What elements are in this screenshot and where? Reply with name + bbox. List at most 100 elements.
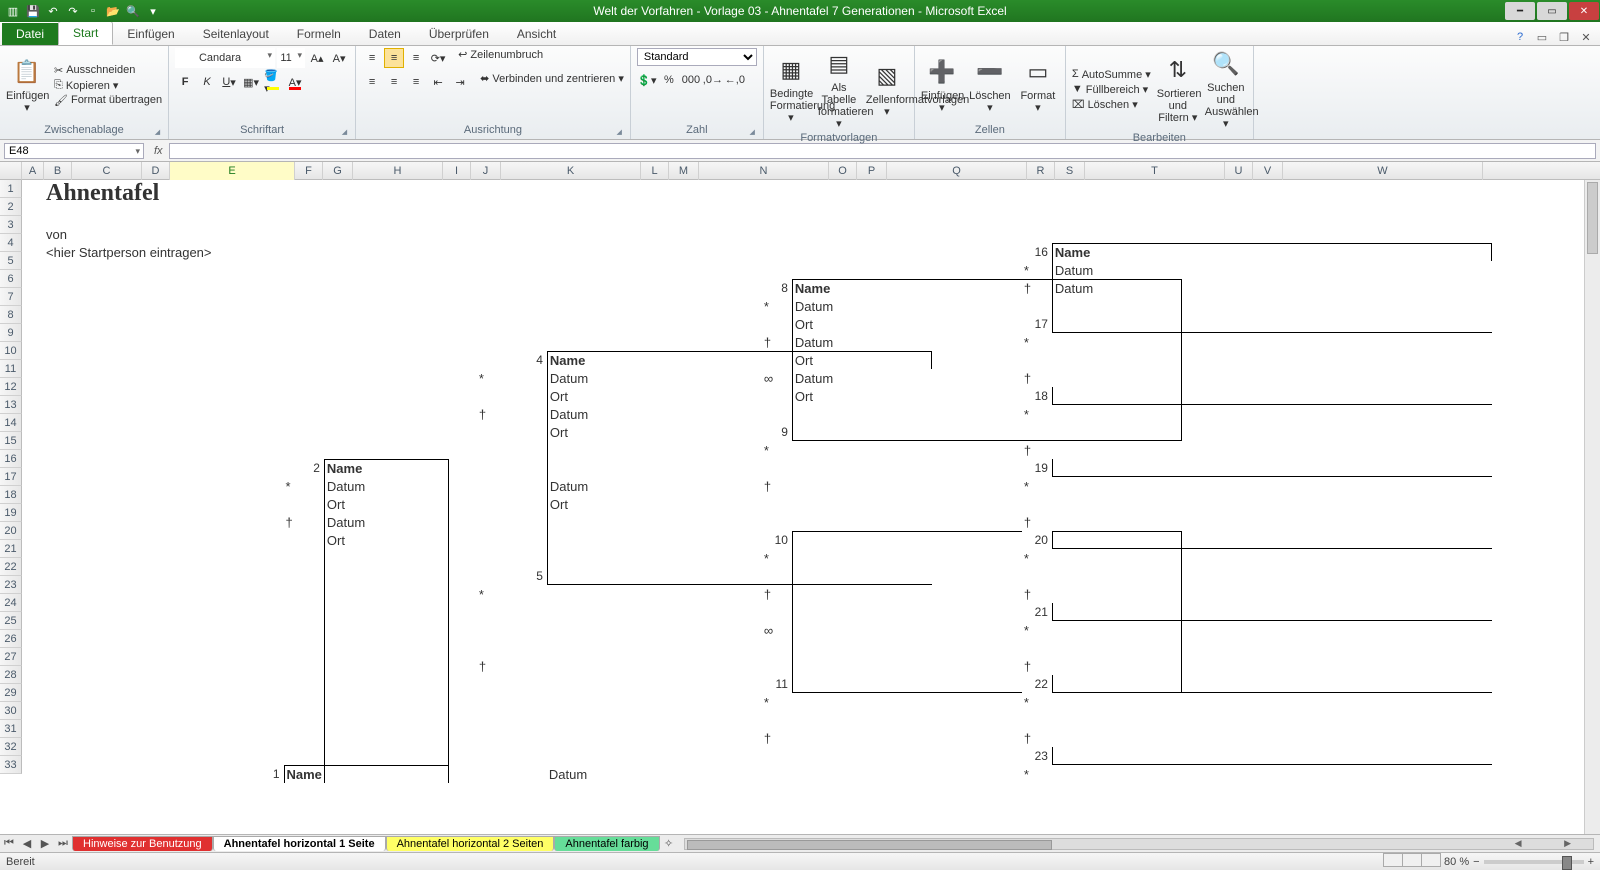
format-as-table-button[interactable]: ▤Als Tabelle formatieren ▾ — [818, 48, 860, 130]
ribbon-tab-daten[interactable]: Daten — [355, 23, 415, 45]
row-header-1[interactable]: 1 — [0, 180, 22, 198]
save-icon[interactable]: 💾 — [24, 2, 42, 20]
insert-cells-button[interactable]: ➕Einfügen ▾ — [921, 56, 963, 114]
vertical-scrollbar[interactable] — [1584, 180, 1600, 834]
indent-dec-icon[interactable]: ⇤ — [428, 72, 448, 92]
sheet-tab[interactable]: Ahnentafel horizontal 1 Seite — [213, 836, 386, 851]
ribbon-tab-seitenlayout[interactable]: Seitenlayout — [189, 23, 283, 45]
doc-restore-icon[interactable]: ❐ — [1556, 29, 1572, 45]
col-header-G[interactable]: G — [323, 162, 353, 180]
row-header-27[interactable]: 27 — [0, 648, 22, 666]
format-painter-button[interactable]: 🖌 Format übertragen — [54, 94, 162, 107]
grow-font-icon[interactable]: A▴ — [307, 48, 327, 68]
new-sheet-icon[interactable]: ✧ — [660, 837, 678, 850]
align-left-icon[interactable]: ≡ — [362, 72, 382, 92]
col-header-A[interactable]: A — [22, 162, 44, 180]
redo-icon[interactable]: ↷ — [64, 2, 82, 20]
maximize-button[interactable]: ▭ — [1537, 2, 1567, 20]
sheet-tab[interactable]: Ahnentafel horizontal 2 Seiten — [386, 836, 555, 851]
autosum-button[interactable]: Σ AutoSumme ▾ — [1072, 68, 1151, 81]
row-header-18[interactable]: 18 — [0, 486, 22, 504]
col-header-B[interactable]: B — [44, 162, 72, 180]
ribbon-minimize-icon[interactable]: ▭ — [1534, 29, 1550, 45]
sheet-tab[interactable]: Hinweise zur Benutzung — [72, 836, 213, 851]
view-buttons[interactable] — [1383, 853, 1440, 870]
zoom-level[interactable]: 80 % — [1444, 856, 1469, 868]
file-tab[interactable]: Datei — [2, 23, 58, 45]
col-header-N[interactable]: N — [699, 162, 829, 180]
undo-icon[interactable]: ↶ — [44, 2, 62, 20]
row-header-8[interactable]: 8 — [0, 306, 22, 324]
row-header-4[interactable]: 4 — [0, 234, 22, 252]
thousands-icon[interactable]: 000 — [681, 70, 701, 90]
row-header-22[interactable]: 22 — [0, 558, 22, 576]
number-format-combo[interactable]: Standard — [637, 48, 757, 66]
font-color-button[interactable]: A▾ — [285, 72, 305, 92]
align-right-icon[interactable]: ≡ — [406, 72, 426, 92]
col-header-D[interactable]: D — [142, 162, 170, 180]
row-header-28[interactable]: 28 — [0, 666, 22, 684]
col-header-H[interactable]: H — [353, 162, 443, 180]
ribbon-tab-start[interactable]: Start — [58, 21, 113, 45]
copy-button[interactable]: ⎘ Kopieren ▾ — [54, 79, 162, 92]
col-header-E[interactable]: E — [170, 162, 295, 180]
sheet-nav-button[interactable]: ⏮ — [0, 837, 18, 850]
row-header-7[interactable]: 7 — [0, 288, 22, 306]
zoom-out-icon[interactable]: − — [1473, 856, 1479, 868]
col-header-I[interactable]: I — [443, 162, 471, 180]
bold-button[interactable]: F — [175, 72, 195, 92]
row-header-23[interactable]: 23 — [0, 576, 22, 594]
row-header-2[interactable]: 2 — [0, 198, 22, 216]
fx-icon[interactable]: fx — [148, 145, 169, 157]
open-icon[interactable]: 📂 — [104, 2, 122, 20]
row-header-16[interactable]: 16 — [0, 450, 22, 468]
row-header-20[interactable]: 20 — [0, 522, 22, 540]
inc-decimal-icon[interactable]: ,0→ — [703, 70, 723, 90]
row-header-9[interactable]: 9 — [0, 324, 22, 342]
col-header-W[interactable]: W — [1283, 162, 1483, 180]
font-name-combo[interactable]: Candara — [175, 48, 275, 68]
align-top-icon[interactable]: ≡ — [362, 48, 382, 68]
row-header-10[interactable]: 10 — [0, 342, 22, 360]
border-button[interactable]: ▦▾ — [241, 72, 261, 92]
shrink-font-icon[interactable]: A▾ — [329, 48, 349, 68]
col-header-S[interactable]: S — [1055, 162, 1085, 180]
sheet-nav-button[interactable]: ⏭ — [54, 837, 72, 850]
doc-close-icon[interactable]: ✕ — [1578, 29, 1594, 45]
sheet-nav-button[interactable]: ◀ — [18, 837, 36, 850]
horizontal-scrollbar[interactable] — [684, 838, 1594, 850]
italic-button[interactable]: K — [197, 72, 217, 92]
col-header-R[interactable]: R — [1027, 162, 1055, 180]
ribbon-tab-überprüfen[interactable]: Überprüfen — [415, 23, 503, 45]
close-button[interactable]: ✕ — [1569, 2, 1599, 20]
zoom-in-icon[interactable]: + — [1588, 856, 1594, 868]
row-header-14[interactable]: 14 — [0, 414, 22, 432]
col-header-M[interactable]: M — [669, 162, 699, 180]
row-header-11[interactable]: 11 — [0, 360, 22, 378]
col-header-F[interactable]: F — [295, 162, 323, 180]
ribbon-tab-einfügen[interactable]: Einfügen — [113, 23, 188, 45]
orientation-icon[interactable]: ⟳▾ — [428, 48, 448, 68]
ribbon-tab-ansicht[interactable]: Ansicht — [503, 23, 570, 45]
sheet-tab[interactable]: Ahnentafel farbig — [554, 836, 659, 851]
format-cells-button[interactable]: ▭Format ▾ — [1017, 56, 1059, 114]
underline-button[interactable]: U▾ — [219, 72, 239, 92]
row-header-26[interactable]: 26 — [0, 630, 22, 648]
col-header-Q[interactable]: Q — [887, 162, 1027, 180]
wrap-text-button[interactable]: ↩ Zeilenumbruch — [458, 48, 543, 68]
row-header-3[interactable]: 3 — [0, 216, 22, 234]
preview-icon[interactable]: 🔍 — [124, 2, 142, 20]
row-header-5[interactable]: 5 — [0, 252, 22, 270]
sheet-nav-button[interactable]: ▶ — [36, 837, 54, 850]
row-header-29[interactable]: 29 — [0, 684, 22, 702]
minimize-button[interactable]: ━ — [1505, 2, 1535, 20]
fill-button[interactable]: ▼ Füllbereich ▾ — [1072, 83, 1151, 96]
row-header-15[interactable]: 15 — [0, 432, 22, 450]
col-header-V[interactable]: V — [1253, 162, 1283, 180]
row-header-19[interactable]: 19 — [0, 504, 22, 522]
ribbon-tab-formeln[interactable]: Formeln — [283, 23, 355, 45]
dec-decimal-icon[interactable]: ←,0 — [725, 70, 745, 90]
col-header-C[interactable]: C — [72, 162, 142, 180]
name-box[interactable]: E48 — [4, 143, 144, 159]
cut-button[interactable]: ✂ Ausschneiden — [54, 64, 162, 77]
